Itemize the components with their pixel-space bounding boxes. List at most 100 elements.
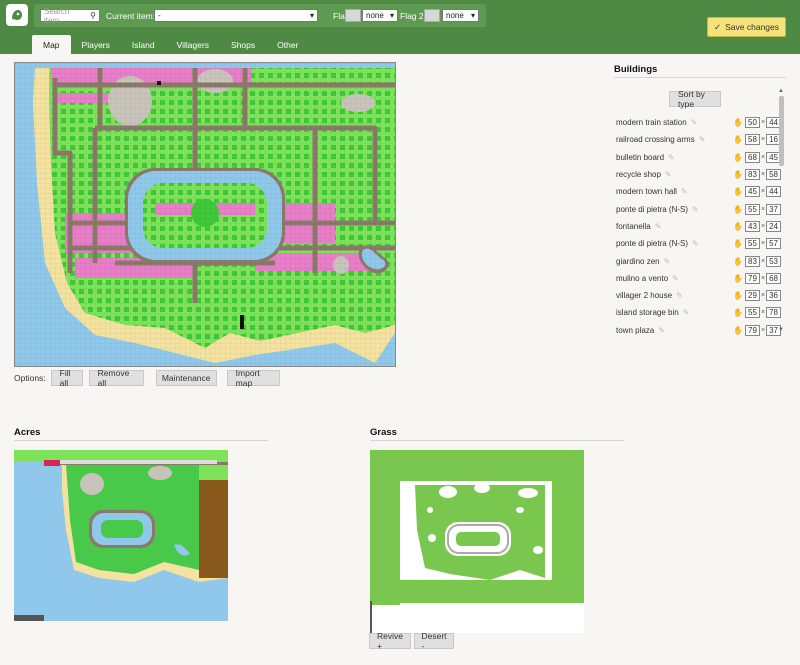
- building-name: railroad crossing arms: [616, 135, 695, 145]
- pencil-icon[interactable]: ✎: [691, 118, 698, 127]
- move-hand-icon[interactable]: ✋: [733, 326, 743, 335]
- map-editor-canvas[interactable]: [14, 62, 396, 367]
- tab-villagers[interactable]: Villagers: [166, 35, 220, 54]
- list-item: giardino zen ✎ ✋ 83 × 53: [614, 252, 782, 269]
- tab-other[interactable]: Other: [266, 35, 309, 54]
- search-input[interactable]: Search item... ⚲: [40, 7, 100, 25]
- move-hand-icon[interactable]: ✋: [733, 291, 743, 300]
- flag1-select[interactable]: none ▾: [362, 9, 398, 22]
- pencil-icon[interactable]: ✎: [658, 326, 665, 335]
- remove-all-button[interactable]: Remove all: [88, 368, 144, 388]
- list-item: island storage bin ✎ ✋ 55 × 78: [614, 304, 782, 321]
- pencil-icon[interactable]: ✎: [692, 205, 699, 214]
- list-item: railroad crossing arms ✎ ✋ 58 × 16: [614, 131, 782, 148]
- search-icon[interactable]: ⚲: [90, 11, 96, 20]
- pencil-icon[interactable]: ✎: [681, 187, 688, 196]
- check-icon: ✓: [714, 21, 722, 32]
- list-item: modern train station ✎ ✋ 50 × 44: [614, 114, 782, 131]
- x-coordinate-field[interactable]: 68: [744, 151, 760, 163]
- move-hand-icon[interactable]: ✋: [733, 222, 743, 231]
- tab-island[interactable]: Island: [121, 35, 166, 54]
- building-name: recycle shop: [616, 170, 661, 180]
- fill-all-button[interactable]: Fill all: [50, 368, 83, 388]
- flag2-label: Flag 2:: [400, 11, 426, 21]
- buildings-scrollbar[interactable]: ▲ ▼: [778, 88, 785, 333]
- move-hand-icon[interactable]: ✋: [733, 170, 743, 179]
- list-item: villager 2 house ✎ ✋ 29 × 36: [614, 287, 782, 304]
- x-coordinate-field[interactable]: 45: [744, 186, 760, 198]
- maintenance-button[interactable]: Maintenance: [155, 370, 217, 386]
- times-icon: ×: [760, 257, 766, 265]
- x-coordinate-field[interactable]: 79: [744, 324, 760, 336]
- move-hand-icon[interactable]: ✋: [733, 308, 743, 317]
- x-coordinate-field[interactable]: 29: [744, 290, 760, 302]
- scroll-down-icon[interactable]: ▼: [778, 327, 784, 333]
- move-hand-icon[interactable]: ✋: [733, 153, 743, 162]
- item-toolbar: Search item... ⚲ Current item: -▾ Flag 1…: [34, 4, 486, 27]
- acres-title: Acres: [14, 427, 41, 438]
- acres-divider: [14, 440, 268, 441]
- acres-preview[interactable]: [14, 450, 228, 621]
- tab-players[interactable]: Players: [71, 35, 121, 54]
- move-hand-icon[interactable]: ✋: [733, 135, 743, 144]
- current-item-select[interactable]: - ▾: [154, 9, 318, 22]
- sort-by-type-button[interactable]: Sort by type: [669, 89, 721, 109]
- grass-divider: [370, 440, 624, 441]
- x-coordinate-field[interactable]: 50: [744, 117, 760, 129]
- x-coordinate-field[interactable]: 79: [744, 272, 760, 284]
- list-item: bulletin board ✎ ✋ 68 × 45: [614, 149, 782, 166]
- move-hand-icon[interactable]: ✋: [733, 257, 743, 266]
- building-name: town plaza: [616, 325, 655, 335]
- desert-button[interactable]: Desert -: [414, 631, 454, 651]
- building-name: villager 2 house: [616, 291, 673, 301]
- chevron-down-icon: ▾: [470, 11, 475, 20]
- app-logo-icon: [6, 4, 28, 26]
- tab-map[interactable]: Map: [32, 35, 71, 54]
- x-coordinate-field[interactable]: 55: [744, 203, 760, 215]
- pencil-icon[interactable]: ✎: [676, 291, 683, 300]
- tab-shops[interactable]: Shops: [220, 35, 266, 54]
- revive-button[interactable]: Revive +: [369, 631, 411, 651]
- x-coordinate-field[interactable]: 55: [744, 307, 760, 319]
- move-hand-icon[interactable]: ✋: [733, 187, 743, 196]
- map-options: Options: Fill all Remove all Maintenance…: [14, 368, 280, 388]
- x-coordinate-field[interactable]: 83: [744, 169, 760, 181]
- building-name: modern town hall: [616, 187, 677, 197]
- options-label: Options:: [14, 373, 46, 383]
- list-item: town plaza ✎ ✋ 79 × 37: [614, 322, 782, 339]
- times-icon: ×: [760, 205, 766, 213]
- times-icon: ×: [760, 222, 766, 230]
- current-item-label: Current item:: [106, 11, 156, 21]
- flag2-select[interactable]: none ▾: [442, 9, 479, 22]
- pencil-icon[interactable]: ✎: [683, 308, 690, 317]
- flag2-swatch[interactable]: [424, 9, 440, 22]
- move-hand-icon[interactable]: ✋: [733, 274, 743, 283]
- pencil-icon[interactable]: ✎: [664, 257, 671, 266]
- pencil-icon[interactable]: ✎: [692, 239, 699, 248]
- building-name: island storage bin: [616, 308, 679, 318]
- move-hand-icon[interactable]: ✋: [733, 205, 743, 214]
- x-coordinate-field[interactable]: 83: [744, 255, 760, 267]
- pencil-icon[interactable]: ✎: [668, 153, 675, 162]
- x-coordinate-field[interactable]: 43: [744, 220, 760, 232]
- grass-actions: Revive + Desert -: [369, 631, 454, 651]
- list-item: mulino a vento ✎ ✋ 79 × 68: [614, 270, 782, 287]
- x-coordinate-field[interactable]: 55: [744, 238, 760, 250]
- times-icon: ×: [760, 188, 766, 196]
- move-hand-icon[interactable]: ✋: [733, 118, 743, 127]
- times-icon: ×: [760, 309, 766, 317]
- scrollbar-thumb[interactable]: [779, 96, 784, 166]
- x-coordinate-field[interactable]: 58: [744, 134, 760, 146]
- grass-preview[interactable]: [370, 450, 584, 633]
- chevron-down-icon: ▾: [309, 11, 314, 20]
- save-changes-button[interactable]: ✓ Save changes: [707, 17, 786, 37]
- move-hand-icon[interactable]: ✋: [733, 239, 743, 248]
- pencil-icon[interactable]: ✎: [665, 170, 672, 179]
- pencil-icon[interactable]: ✎: [672, 274, 679, 283]
- flag1-swatch[interactable]: [345, 9, 361, 22]
- import-map-button[interactable]: Import map: [226, 368, 280, 388]
- pencil-icon[interactable]: ✎: [699, 135, 706, 144]
- times-icon: ×: [760, 274, 766, 282]
- pencil-icon[interactable]: ✎: [655, 222, 662, 231]
- scroll-up-icon[interactable]: ▲: [778, 88, 784, 94]
